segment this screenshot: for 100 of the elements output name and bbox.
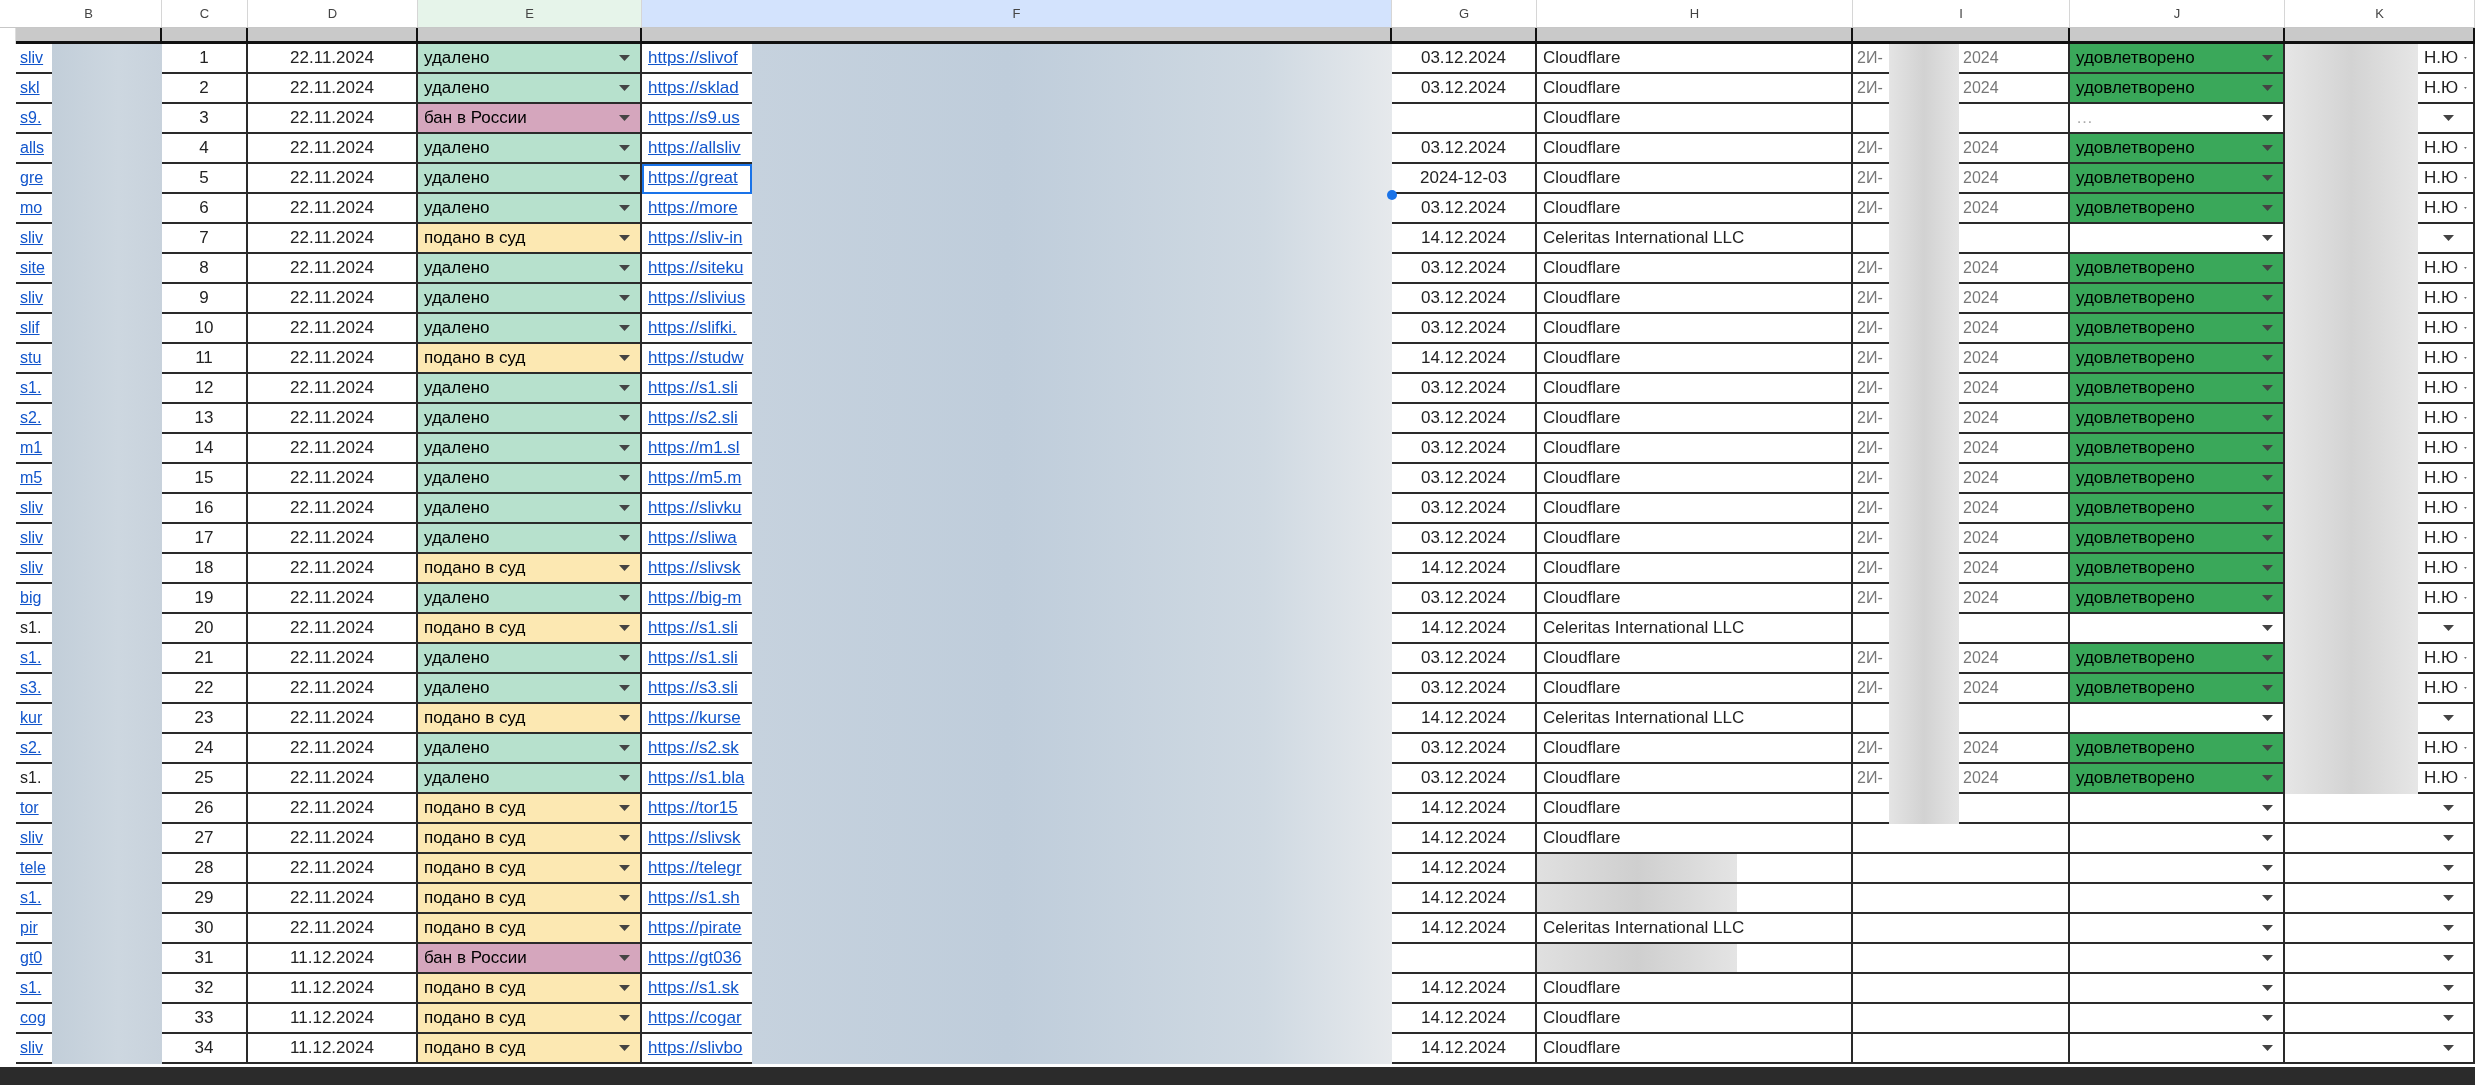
link-text[interactable]: https://sliwa xyxy=(648,528,737,548)
decision-dropdown[interactable] xyxy=(2070,1004,2285,1034)
judge-dropdown[interactable]: Н.Ю xyxy=(2418,194,2475,224)
link-text[interactable]: https://s2.sk xyxy=(648,738,739,758)
link-text[interactable]: https://siteku xyxy=(648,258,744,278)
judge-dropdown[interactable]: Н.Ю xyxy=(2418,374,2475,404)
decision-dropdown[interactable]: удовлетворено xyxy=(2070,74,2285,104)
link-text[interactable]: mo xyxy=(20,199,43,217)
decision-dropdown[interactable]: удовлетворено xyxy=(2070,764,2285,794)
status-dropdown[interactable]: подано в суд xyxy=(418,884,642,914)
judge-dropdown[interactable] xyxy=(2418,104,2475,134)
column-header[interactable]: E xyxy=(418,0,642,27)
link-text[interactable]: https://s1.sli xyxy=(648,618,738,638)
link-text[interactable]: s1. xyxy=(20,649,42,667)
judge-dropdown[interactable]: Н.Ю xyxy=(2418,494,2475,524)
link-text[interactable]: https://s1.sli xyxy=(648,648,738,668)
status-dropdown[interactable]: бан в России xyxy=(418,944,642,974)
judge-dropdown[interactable] xyxy=(2418,1034,2475,1064)
link-text[interactable]: https://s9.us xyxy=(648,108,740,128)
status-dropdown[interactable]: удалено xyxy=(418,404,642,434)
link-text[interactable]: s2. xyxy=(20,409,42,427)
decision-dropdown[interactable]: удовлетворено xyxy=(2070,194,2285,224)
judge-dropdown[interactable] xyxy=(2418,884,2475,914)
link-text[interactable]: sliv xyxy=(20,529,44,547)
link-text[interactable]: tor xyxy=(20,799,39,817)
decision-dropdown[interactable]: удовлетворено xyxy=(2070,584,2285,614)
status-dropdown[interactable]: удалено xyxy=(418,434,642,464)
link-text[interactable]: site xyxy=(20,259,45,277)
link-text[interactable]: m5 xyxy=(20,469,43,487)
link-text[interactable]: kur xyxy=(20,709,43,727)
decision-dropdown[interactable]: удовлетворено xyxy=(2070,284,2285,314)
status-dropdown[interactable]: удалено xyxy=(418,284,642,314)
status-dropdown[interactable]: подано в суд xyxy=(418,614,642,644)
judge-dropdown[interactable] xyxy=(2418,614,2475,644)
decision-dropdown[interactable]: удовлетворено xyxy=(2070,164,2285,194)
link-text[interactable]: https://allsliv xyxy=(648,138,741,158)
link-text[interactable]: https://slivku xyxy=(648,498,742,518)
link-text[interactable]: slif xyxy=(20,319,40,337)
decision-dropdown[interactable] xyxy=(2070,824,2285,854)
link-text[interactable]: https://slifki. xyxy=(648,318,737,338)
status-dropdown[interactable]: удалено xyxy=(418,134,642,164)
status-dropdown[interactable]: подано в суд xyxy=(418,854,642,884)
link-text[interactable]: https://more xyxy=(648,198,738,218)
link-text[interactable]: stu xyxy=(20,349,42,367)
link-text[interactable]: cog xyxy=(20,1009,46,1027)
decision-dropdown[interactable]: удовлетворено xyxy=(2070,674,2285,704)
link-text[interactable]: https://sliv-in xyxy=(648,228,743,248)
status-dropdown[interactable]: удалено xyxy=(418,314,642,344)
judge-dropdown[interactable]: Н.Ю xyxy=(2418,254,2475,284)
decision-dropdown[interactable]: удовлетворено xyxy=(2070,494,2285,524)
link-text[interactable]: sliv xyxy=(20,1039,44,1057)
decision-dropdown[interactable]: удовлетворено xyxy=(2070,254,2285,284)
link-text[interactable]: https://m1.sl xyxy=(648,438,740,458)
status-dropdown[interactable]: удалено xyxy=(418,644,642,674)
judge-dropdown[interactable]: Н.Ю xyxy=(2418,164,2475,194)
status-dropdown[interactable]: подано в суд xyxy=(418,554,642,584)
status-dropdown[interactable]: бан в России xyxy=(418,104,642,134)
link-text[interactable]: https://s3.sli xyxy=(648,678,738,698)
link-text[interactable]: sliv xyxy=(20,229,44,247)
status-dropdown[interactable]: подано в суд xyxy=(418,974,642,1004)
judge-dropdown[interactable] xyxy=(2418,974,2475,1004)
decision-dropdown[interactable] xyxy=(2070,974,2285,1004)
judge-dropdown[interactable]: Н.Ю xyxy=(2418,44,2475,74)
status-dropdown[interactable]: подано в суд xyxy=(418,344,642,374)
link-text[interactable]: https://big-m xyxy=(648,588,742,608)
judge-dropdown[interactable]: Н.Ю xyxy=(2418,674,2475,704)
link-text[interactable]: alls xyxy=(20,139,44,157)
link-text[interactable]: sliv xyxy=(20,829,44,847)
link-text[interactable]: m1 xyxy=(20,439,43,457)
status-dropdown[interactable]: подано в суд xyxy=(418,794,642,824)
judge-dropdown[interactable] xyxy=(2418,1004,2475,1034)
judge-dropdown[interactable] xyxy=(2418,704,2475,734)
link-text[interactable]: https://sklad xyxy=(648,78,739,98)
link-text[interactable]: https://s1.sli xyxy=(648,378,738,398)
link-text[interactable]: pir xyxy=(20,919,38,937)
link-text[interactable]: s1. xyxy=(20,379,42,397)
table-cell[interactable]: https://great xyxy=(642,164,752,194)
link-text[interactable]: skl xyxy=(20,79,40,97)
link-text[interactable]: https://cogar xyxy=(648,1008,742,1028)
judge-dropdown[interactable]: Н.Ю xyxy=(2418,734,2475,764)
status-dropdown[interactable]: удалено xyxy=(418,464,642,494)
link-text[interactable]: https://s1.sh xyxy=(648,888,740,908)
judge-dropdown[interactable] xyxy=(2418,224,2475,254)
link-text[interactable]: https://tor15 xyxy=(648,798,738,818)
status-dropdown[interactable]: подано в суд xyxy=(418,224,642,254)
judge-dropdown[interactable]: Н.Ю xyxy=(2418,284,2475,314)
link-text[interactable]: s3. xyxy=(20,679,42,697)
link-text[interactable]: https://pirate xyxy=(648,918,742,938)
decision-dropdown[interactable] xyxy=(2070,1034,2285,1064)
decision-dropdown[interactable] xyxy=(2070,794,2285,824)
link-text[interactable]: gre xyxy=(20,169,44,187)
decision-dropdown[interactable] xyxy=(2070,884,2285,914)
decision-dropdown[interactable] xyxy=(2070,944,2285,974)
judge-dropdown[interactable]: Н.Ю xyxy=(2418,74,2475,104)
link-text[interactable]: https://s1.bla xyxy=(648,768,745,788)
judge-dropdown[interactable]: Н.Ю xyxy=(2418,644,2475,674)
status-dropdown[interactable]: удалено xyxy=(418,374,642,404)
judge-dropdown[interactable]: Н.Ю xyxy=(2418,314,2475,344)
judge-dropdown[interactable] xyxy=(2418,854,2475,884)
decision-dropdown[interactable] xyxy=(2070,914,2285,944)
